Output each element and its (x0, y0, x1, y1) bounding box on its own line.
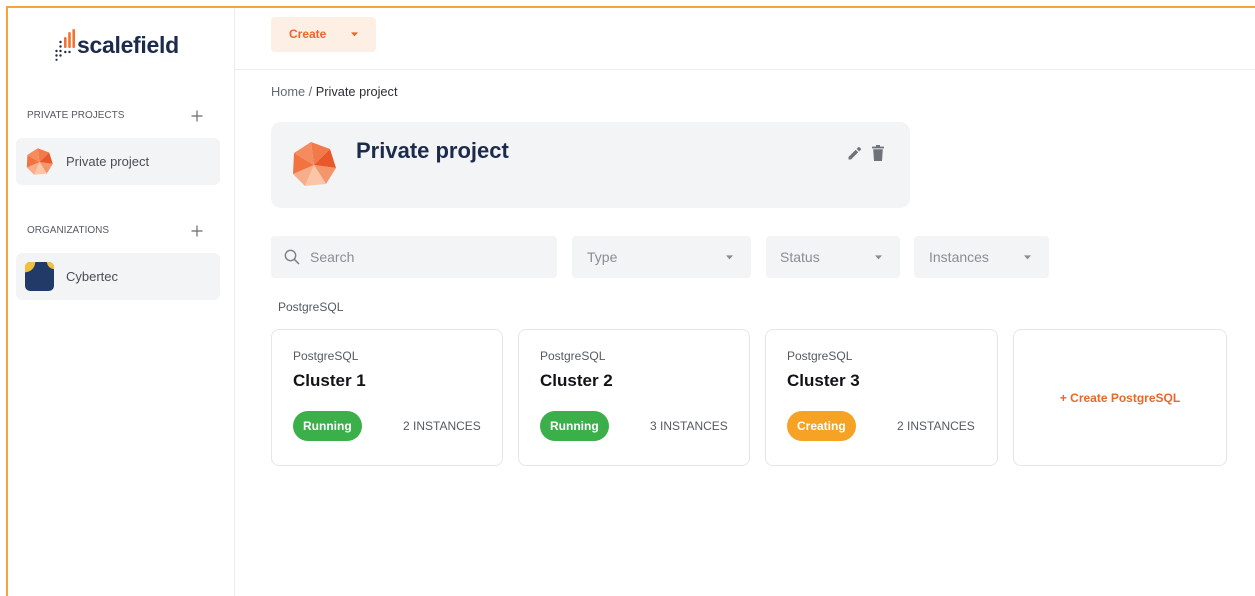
cluster-name: Cluster 2 (540, 371, 613, 390)
top-bar-divider (235, 69, 1255, 70)
sidebar-item-label: Cybertec (66, 269, 119, 284)
caret-down-icon (1024, 255, 1031, 260)
plus-icon (191, 110, 203, 122)
edit-project-button[interactable] (847, 146, 862, 161)
cluster-name: Cluster 3 (787, 371, 860, 390)
caret-down-icon (726, 255, 733, 260)
search-icon (284, 249, 300, 265)
breadcrumb: Home / Private project (271, 84, 398, 100)
organization-logo-icon (25, 262, 54, 291)
scalefield-logo-icon (55, 29, 75, 61)
organizations-heading: ORGANIZATIONS (27, 225, 110, 236)
status-filter-select[interactable]: Status (766, 236, 900, 278)
breadcrumb-home-link[interactable]: Home (271, 84, 305, 99)
sidebar-item-label: Private project (66, 154, 150, 169)
caret-down-icon (875, 255, 882, 260)
cluster-engine-label: PostgreSQL (787, 349, 853, 363)
search-box (271, 236, 557, 278)
type-filter-select[interactable]: Type (572, 236, 751, 278)
sidebar-item-cybertec[interactable]: Cybertec (16, 253, 220, 300)
project-polyhedron-icon (293, 142, 336, 186)
delete-project-button[interactable] (872, 145, 884, 161)
sidebar: scalefield PRIVATE PROJECTS Private proj… (8, 8, 235, 596)
cluster-card[interactable]: PostgreSQL Cluster 3 Creating 2 INSTANCE… (765, 329, 998, 466)
instance-count: 2 INSTANCES (403, 419, 481, 433)
status-badge: Running (540, 411, 609, 441)
search-input[interactable] (310, 236, 545, 278)
cluster-name: Cluster 1 (293, 371, 366, 390)
private-projects-heading: PRIVATE PROJECTS (27, 110, 125, 121)
create-postgresql-label: + Create PostgreSQL (1059, 390, 1181, 405)
cluster-card[interactable]: PostgreSQL Cluster 1 Running 2 INSTANCES (271, 329, 503, 466)
instances-filter-label: Instances (929, 249, 989, 265)
project-header-card: Private project (271, 122, 910, 208)
type-filter-label: Type (587, 249, 618, 265)
breadcrumb-current: Private project (315, 84, 398, 99)
brand-logo[interactable]: scalefield (55, 29, 179, 61)
add-private-project-button[interactable] (191, 110, 203, 122)
plus-icon (191, 225, 203, 237)
trash-icon (872, 145, 884, 161)
cluster-card[interactable]: PostgreSQL Cluster 2 Running 3 INSTANCES (518, 329, 750, 466)
add-organization-button[interactable] (191, 225, 203, 237)
create-button-label: Create (289, 27, 327, 41)
sidebar-item-private-project[interactable]: Private project (16, 138, 220, 185)
project-polyhedron-icon (26, 148, 53, 175)
pencil-icon (848, 146, 862, 160)
brand-name: scalefield (77, 32, 179, 58)
caret-down-icon (351, 32, 358, 37)
cluster-engine-label: PostgreSQL (293, 349, 359, 363)
create-button[interactable]: Create (271, 17, 376, 52)
project-title: Private project (356, 138, 509, 163)
status-badge: Running (293, 411, 362, 441)
postgresql-section-heading: PostgreSQL (278, 300, 344, 314)
create-postgresql-card[interactable]: + Create PostgreSQL (1013, 329, 1227, 466)
instances-filter-select[interactable]: Instances (914, 236, 1049, 278)
status-filter-label: Status (780, 249, 820, 265)
breadcrumb-separator: / (308, 84, 313, 99)
cluster-engine-label: PostgreSQL (540, 349, 606, 363)
status-badge: Creating (787, 411, 856, 441)
instance-count: 3 INSTANCES (650, 419, 728, 433)
instance-count: 2 INSTANCES (897, 419, 975, 433)
